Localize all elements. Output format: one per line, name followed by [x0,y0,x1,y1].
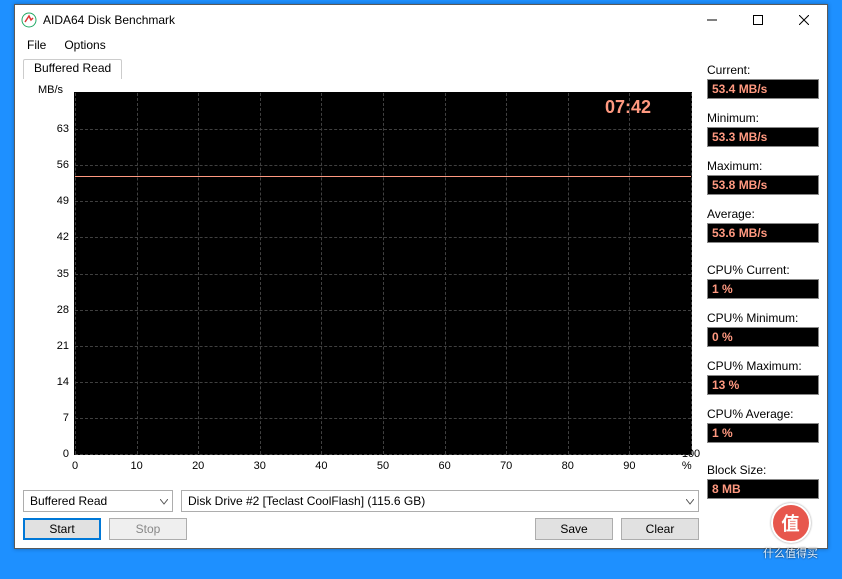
start-button[interactable]: Start [23,518,101,540]
x-tick-label: 70 [500,460,512,472]
titlebar: AIDA64 Disk Benchmark [15,5,827,35]
minimum-value: 53.3 MB/s [707,127,819,147]
chart-plot: 07:42 0714212835424956630102030405060708… [74,92,692,455]
app-icon [21,12,37,28]
save-button[interactable]: Save [535,518,613,540]
block-size-value: 8 MB [707,479,819,499]
clear-button[interactable]: Clear [621,518,699,540]
maximum-value: 53.8 MB/s [707,175,819,195]
left-column: Buffered Read MB/s 07:42 071421283542495… [23,59,699,540]
y-tick-label: 0 [43,448,69,460]
average-value: 53.6 MB/s [707,223,819,243]
drive-select-value: Disk Drive #2 [Teclast CoolFlash] (115.6… [188,494,425,508]
y-axis-unit: MB/s [38,84,63,96]
cpu-current-label: CPU% Current: [707,263,819,277]
menu-file[interactable]: File [19,37,54,53]
y-tick-label: 28 [43,304,69,316]
y-tick-label: 63 [43,123,69,135]
window-title: AIDA64 Disk Benchmark [43,13,689,27]
cpu-minimum-label: CPU% Minimum: [707,311,819,325]
average-label: Average: [707,207,819,221]
y-tick-label: 49 [43,195,69,207]
x-tick-label: 10 [130,460,142,472]
minimum-label: Minimum: [707,111,819,125]
cpu-maximum-value: 13 % [707,375,819,395]
maximum-label: Maximum: [707,159,819,173]
y-tick-label: 7 [43,412,69,424]
tab-strip: Buffered Read [23,59,699,79]
x-tick-label: 0 [72,460,78,472]
cpu-current-value: 1 % [707,279,819,299]
tab-buffered-read[interactable]: Buffered Read [23,59,122,79]
x-tick-label: 60 [438,460,450,472]
cpu-average-label: CPU% Average: [707,407,819,421]
y-tick-label: 56 [43,159,69,171]
x-tick-label: 40 [315,460,327,472]
spacer [195,518,527,540]
y-tick-label: 42 [43,231,69,243]
chart-area: MB/s 07:42 07142128354249566301020304050… [23,85,699,484]
menubar: File Options [15,35,827,55]
x-tick-label: 80 [562,460,574,472]
elapsed-time: 07:42 [605,97,651,118]
test-select-value: Buffered Read [30,494,107,508]
cpu-minimum-value: 0 % [707,327,819,347]
menu-options[interactable]: Options [56,37,113,53]
x-tick-label: 50 [377,460,389,472]
test-select[interactable]: Buffered Read [23,490,173,512]
y-tick-label: 21 [43,340,69,352]
app-window: AIDA64 Disk Benchmark File Options Buffe… [14,4,828,549]
minimize-button[interactable] [689,5,735,35]
selector-row: Buffered Read Disk Drive #2 [Teclast Coo… [23,490,699,512]
x-tick-label: 20 [192,460,204,472]
chevron-down-icon [160,494,168,508]
chart-trace [75,176,691,177]
stats-panel: Current: 53.4 MB/s Minimum: 53.3 MB/s Ma… [707,59,819,540]
close-button[interactable] [781,5,827,35]
cpu-maximum-label: CPU% Maximum: [707,359,819,373]
block-size-label: Block Size: [707,463,819,477]
current-label: Current: [707,63,819,77]
drive-select[interactable]: Disk Drive #2 [Teclast CoolFlash] (115.6… [181,490,699,512]
x-tick-label: 100 % [682,448,700,472]
chevron-down-icon [686,494,694,508]
x-tick-label: 90 [623,460,635,472]
stop-button: Stop [109,518,187,540]
maximize-button[interactable] [735,5,781,35]
current-value: 53.4 MB/s [707,79,819,99]
cpu-average-value: 1 % [707,423,819,443]
x-tick-label: 30 [254,460,266,472]
y-tick-label: 35 [43,268,69,280]
y-tick-label: 14 [43,376,69,388]
button-row: Start Stop Save Clear [23,518,699,540]
content-area: Buffered Read MB/s 07:42 071421283542495… [15,55,827,548]
